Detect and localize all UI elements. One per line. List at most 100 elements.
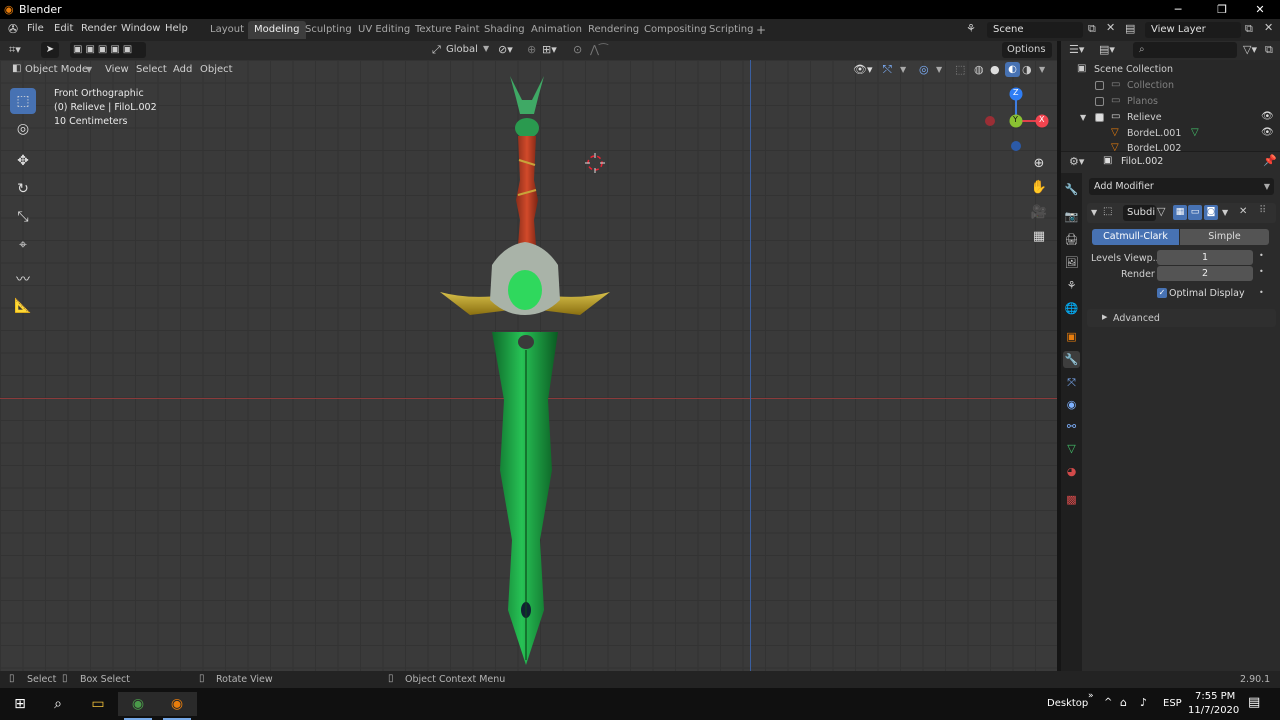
falloff-icon[interactable]: ⋀⁀ xyxy=(590,43,608,56)
menu-select[interactable]: Select xyxy=(131,62,172,78)
modifier-collapse-icon[interactable]: ▼ xyxy=(1091,208,1097,217)
modifier-remove-icon[interactable]: ✕ xyxy=(1239,206,1247,217)
view-layer-field[interactable]: View Layer xyxy=(1145,22,1241,38)
snap-icon[interactable]: ⊕ xyxy=(527,43,536,56)
menu-edit[interactable]: Edit xyxy=(54,23,73,34)
outliner-item-collection[interactable]: Collection xyxy=(1127,80,1174,91)
shading-rendered-icon[interactable]: ◑ xyxy=(1022,63,1032,76)
view-layer-icon[interactable]: ▤ xyxy=(1125,22,1135,35)
shading-wireframe-icon[interactable]: ◍ xyxy=(974,63,984,76)
menu-object[interactable]: Object xyxy=(195,62,238,78)
scene-tab-icon[interactable]: ⚘ xyxy=(1063,277,1080,294)
modifier-menu-chevron-icon[interactable]: ▼ xyxy=(1222,208,1228,217)
orientation-dropdown[interactable]: Global xyxy=(441,42,483,58)
shading-chevron-icon[interactable]: ▼ xyxy=(1039,65,1045,74)
scale-tool-icon[interactable]: ⤡ xyxy=(10,204,36,230)
rotate-tool-icon[interactable]: ↻ xyxy=(10,176,36,202)
transform-tool-icon[interactable]: ⌖ xyxy=(10,232,36,258)
filter-icon[interactable]: ▽▾ xyxy=(1243,43,1257,56)
sword-model[interactable] xyxy=(430,70,620,670)
outliner-item-relieve[interactable]: Relieve xyxy=(1127,112,1162,123)
outliner-item-planos[interactable]: Planos xyxy=(1127,96,1158,107)
overlays-toggle-icon[interactable]: ◎ xyxy=(919,63,929,76)
render-tab-icon[interactable]: 📷 xyxy=(1063,208,1080,225)
shading-solid-icon[interactable]: ● xyxy=(990,63,1000,76)
relieve-visibility-icon[interactable]: 👁 xyxy=(1261,111,1274,122)
select-box-tool-icon[interactable]: ⬚ xyxy=(10,88,36,114)
modifier-drag-handle-icon[interactable]: ⠿ xyxy=(1259,205,1266,216)
scene-icon[interactable]: ⚘ xyxy=(966,22,976,35)
clock-date[interactable]: 11/7/2020 xyxy=(1188,705,1239,716)
menu-window[interactable]: Window xyxy=(121,23,160,34)
output-tab-icon[interactable]: 🖨 xyxy=(1063,231,1080,248)
pan-hand-icon[interactable]: ✋ xyxy=(1028,177,1050,199)
desktop-toolbar-label[interactable]: Desktop xyxy=(1047,698,1088,709)
proportional-edit-icon[interactable]: ⊙ xyxy=(573,43,582,56)
camera-icon[interactable]: 🎥 xyxy=(1028,202,1050,224)
material-tab-icon[interactable]: ◕ xyxy=(1063,463,1080,480)
measure-tool-icon[interactable]: 📐 xyxy=(10,293,36,319)
tab-compositing[interactable]: Compositing xyxy=(638,21,713,39)
bordel001-visibility-icon[interactable]: 👁 xyxy=(1261,127,1274,138)
modifier-tab-icon[interactable]: 🔧 xyxy=(1063,351,1080,368)
optimal-display-keyframe-icon[interactable]: • xyxy=(1259,288,1264,297)
tab-layout[interactable]: Layout xyxy=(204,21,250,39)
delete-view-layer-icon[interactable]: ✕ xyxy=(1264,21,1273,34)
3d-viewport[interactable]: ◧ Object Mode ▼ View Select Add Object 👁… xyxy=(0,60,1057,671)
object-tab-icon[interactable]: ▣ xyxy=(1063,328,1080,345)
clock-time[interactable]: 7:55 PM xyxy=(1195,691,1235,702)
gizmo-chevron-icon[interactable]: ▼ xyxy=(900,65,906,74)
edit-mode-icon[interactable]: ▦ xyxy=(1173,205,1187,220)
new-view-layer-icon[interactable]: ⧉ xyxy=(1245,22,1253,36)
selection-mode-icons[interactable]: ▣▣▣▣▣ xyxy=(70,42,146,58)
shading-material-icon[interactable]: ◐ xyxy=(1005,62,1020,77)
advanced-expand-icon[interactable]: ▶ xyxy=(1102,313,1107,321)
mode-dropdown[interactable]: Object Mode xyxy=(20,62,93,78)
outliner-scene-collection[interactable]: Scene Collection xyxy=(1094,64,1173,75)
edit-cage-icon[interactable]: ▽ xyxy=(1157,205,1165,218)
chrome-icon[interactable]: ◉ xyxy=(118,692,158,716)
hidden-icons-chevron-icon[interactable]: ^ xyxy=(1104,697,1112,708)
planos-checkbox[interactable] xyxy=(1095,97,1104,106)
close-button[interactable]: ✕ xyxy=(1245,0,1275,19)
levels-viewport-field[interactable]: 1 xyxy=(1157,250,1253,265)
file-explorer-icon[interactable]: ▭ xyxy=(78,692,118,716)
menu-help[interactable]: Help xyxy=(165,23,188,34)
desktop-chevron-icon[interactable]: » xyxy=(1088,691,1094,701)
properties-editor-icon[interactable]: ⚙▾ xyxy=(1069,155,1084,168)
visibility-icon[interactable]: 👁▾ xyxy=(853,63,873,76)
outliner-item-bordel-002[interactable]: BordeL.002 xyxy=(1127,143,1181,151)
gizmo-toggle-icon[interactable]: ⤲ xyxy=(883,63,892,77)
mode-chevron-icon[interactable]: ▼ xyxy=(86,65,92,74)
blender-menu-icon[interactable]: ✇ xyxy=(8,22,18,36)
outliner-search-field[interactable]: ⌕ xyxy=(1133,42,1237,58)
options-dropdown[interactable]: Options xyxy=(1002,42,1052,58)
tool-tab-icon[interactable]: 🔧 xyxy=(1063,181,1080,198)
realtime-icon[interactable]: ▭ xyxy=(1188,205,1202,220)
tab-animation[interactable]: Animation xyxy=(525,21,588,39)
optimal-display-checkbox[interactable]: ✓ xyxy=(1157,288,1167,298)
minimize-button[interactable]: ─ xyxy=(1163,0,1193,19)
xray-icon[interactable]: ⬚ xyxy=(955,63,965,76)
constraints-tab-icon[interactable]: ⚯ xyxy=(1063,418,1080,435)
taskbar-search-icon[interactable]: ⌕ xyxy=(38,692,78,716)
editor-type-icon[interactable]: ⌗▾ xyxy=(9,43,21,57)
volume-icon[interactable]: ♪ xyxy=(1140,696,1147,709)
simple-button[interactable]: Simple xyxy=(1180,229,1269,245)
catmull-clark-button[interactable]: Catmull-Clark xyxy=(1092,229,1179,245)
data-tab-icon[interactable]: ▽ xyxy=(1063,440,1080,457)
render-toggle-icon[interactable]: ◙ xyxy=(1204,205,1218,220)
add-modifier-dropdown[interactable]: Add Modifier ▼ xyxy=(1089,178,1274,195)
tab-modeling[interactable]: Modeling xyxy=(248,21,306,39)
tab-sculpting[interactable]: Sculpting xyxy=(299,21,358,39)
move-tool-icon[interactable]: ✥ xyxy=(10,148,36,174)
menu-view[interactable]: View xyxy=(100,62,134,78)
display-mode-icon[interactable]: ▤▾ xyxy=(1099,43,1115,56)
view-layer-tab-icon[interactable]: 🖼 xyxy=(1063,254,1080,271)
notifications-icon[interactable]: ▤ xyxy=(1248,695,1260,710)
levels-viewport-keyframe-icon[interactable]: • xyxy=(1259,251,1264,260)
pin-icon[interactable]: 📌 xyxy=(1263,154,1277,167)
add-workspace-icon[interactable]: + xyxy=(756,23,766,37)
advanced-label[interactable]: Advanced xyxy=(1113,313,1160,324)
language-indicator[interactable]: ESP xyxy=(1163,698,1182,709)
